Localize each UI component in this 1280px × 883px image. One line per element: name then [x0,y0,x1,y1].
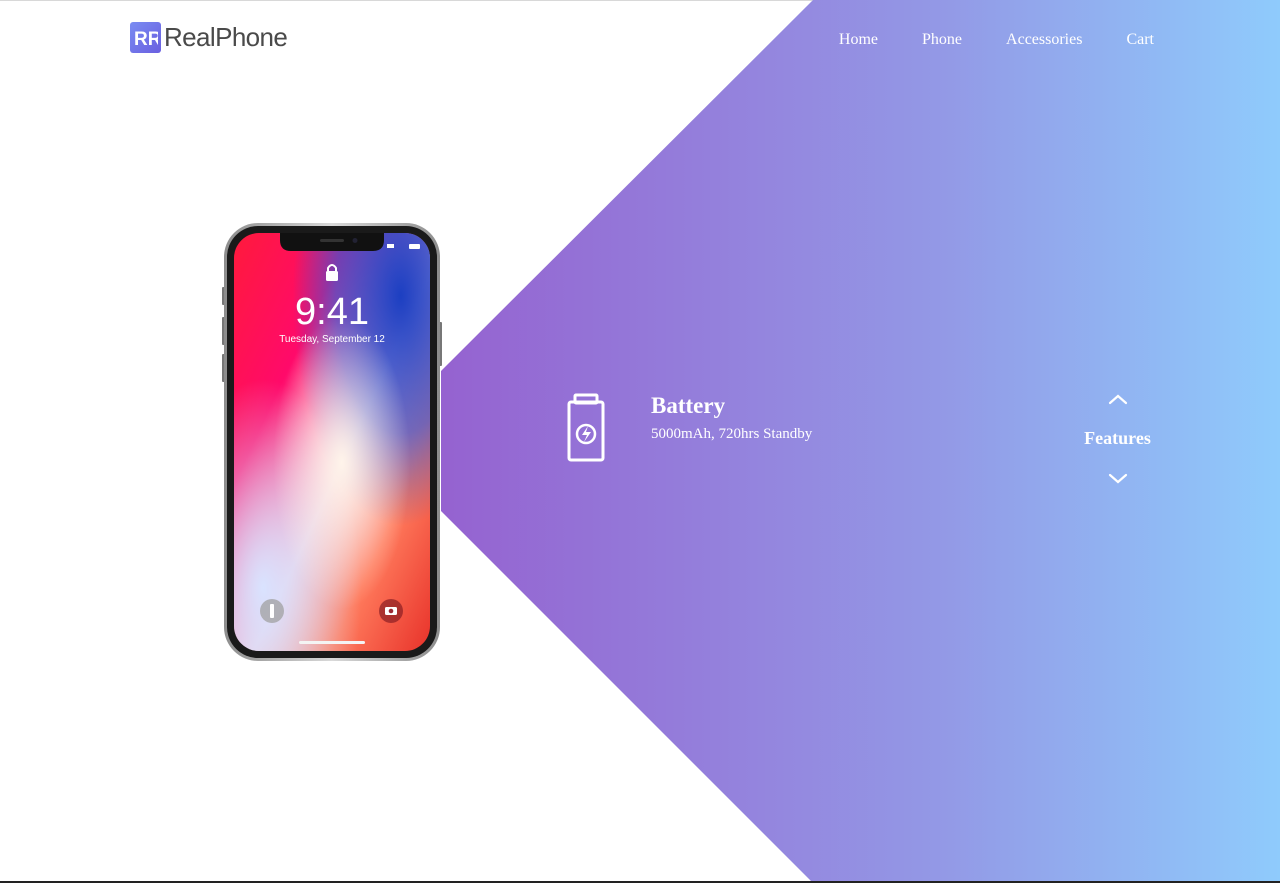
brand-name: RealPhone [164,22,288,52]
nav-accessories[interactable]: Accessories [1006,31,1082,49]
phone-clock: 9:41 [295,291,369,333]
nav-phone[interactable]: Phone [922,31,962,49]
phone-date: Tuesday, September 12 [279,334,385,345]
battery-charging-icon [567,393,605,462]
brand-logo[interactable]: RR RealPhone [130,22,288,53]
phone-image: 9:41 Tuesday, September 12 [222,223,442,661]
chevron-up-icon[interactable] [1107,390,1129,406]
features-side-nav: Features [1075,390,1160,487]
svg-text:RR: RR [134,29,158,49]
feature-title: Battery [651,393,726,418]
logo-mark-icon: RR [130,22,161,53]
feature-card: Battery 5000mAh, 720hrs Standby [566,392,812,464]
chevron-down-icon[interactable] [1107,471,1129,487]
nav-home[interactable]: Home [839,31,878,49]
nav-cart[interactable]: Cart [1126,31,1154,49]
side-nav-label: Features [1084,428,1151,448]
main-nav: Home Phone Accessories Cart [795,31,1154,49]
feature-description: 5000mAh, 720hrs Standby [651,426,813,442]
